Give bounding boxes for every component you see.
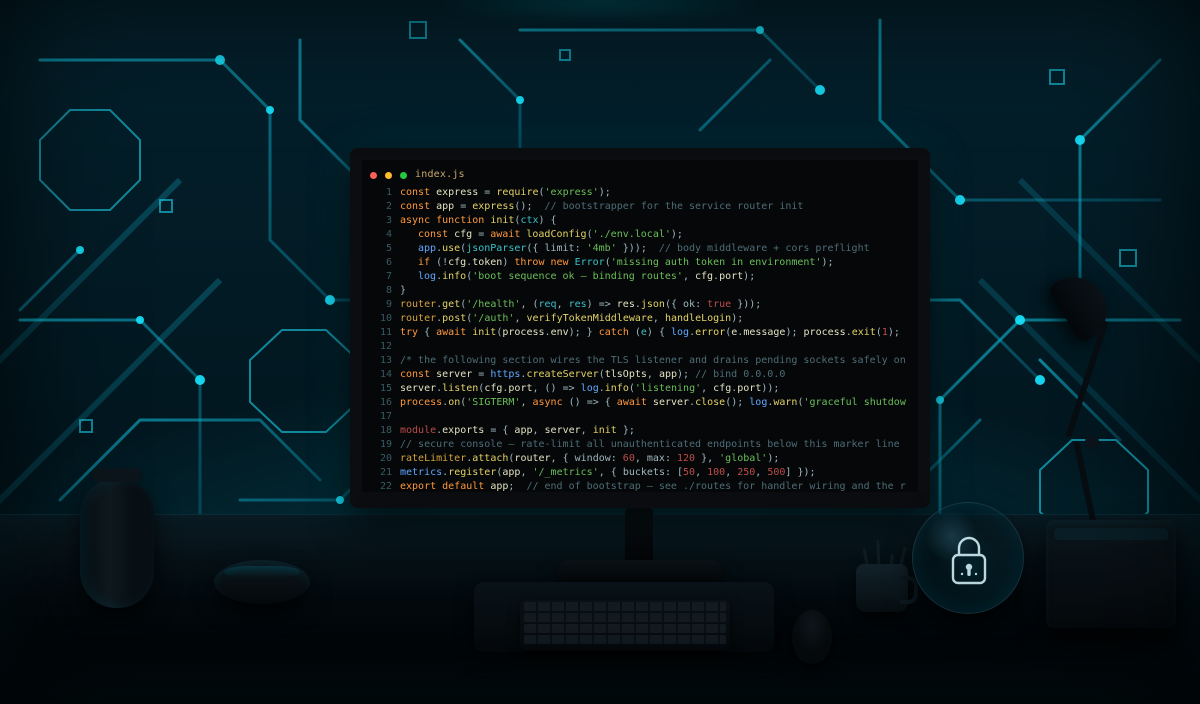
cylinder-speaker-left	[80, 478, 154, 608]
code-line: 15server.listen(cfg.port, () => log.info…	[370, 382, 906, 396]
code-line: 13/* the following section wires the TLS…	[370, 354, 906, 368]
code-line: 20rateLimiter.attach(router, { window: 6…	[370, 452, 906, 466]
code-line: 1const express = require('express');	[370, 186, 906, 200]
code-line: 19// secure console — rate-limit all una…	[370, 438, 906, 452]
code-line: 2const app = express(); // bootstrapper …	[370, 200, 906, 214]
monitor-neck	[625, 508, 653, 566]
code-line: 11try { await init(process.env); } catch…	[370, 326, 906, 340]
round-device-left	[214, 560, 310, 604]
code-line: 4const cfg = await loadConfig('./env.loc…	[370, 228, 906, 242]
window-minimize-icon	[385, 172, 392, 179]
keyboard	[520, 600, 730, 650]
editor-titlebar: index.js	[370, 170, 906, 180]
code-line: 17	[370, 410, 906, 424]
code-editor-screen: index.js 1const express = require('expre…	[362, 160, 918, 492]
code-line: 6if (!cfg.token) throw new Error('missin…	[370, 256, 906, 270]
code-line: 14const server = https.createServer(tlsO…	[370, 368, 906, 382]
editor-title: index.js	[415, 170, 465, 180]
code-line: 3async function init(ctx) {	[370, 214, 906, 228]
code-line: 7log.info('boot sequence ok — binding ro…	[370, 270, 906, 284]
desk-glow	[360, 0, 840, 18]
monitor: index.js 1const express = require('expre…	[350, 148, 930, 508]
storage-box-right	[1046, 520, 1176, 628]
code-line: 8}	[370, 284, 906, 298]
code-line: 9router.get('/health', (req, res) => res…	[370, 298, 906, 312]
mouse	[792, 610, 832, 664]
window-close-icon	[370, 172, 377, 179]
code-line: 10router.post('/auth', verifyTokenMiddle…	[370, 312, 906, 326]
monitor-base	[558, 560, 722, 582]
code-block: 1const express = require('express');2con…	[370, 186, 906, 494]
mug	[856, 564, 908, 612]
window-zoom-icon	[400, 172, 407, 179]
glass-sphere	[912, 502, 1024, 614]
code-line: 5app.use(jsonParser({ limit: '4mb' })); …	[370, 242, 906, 256]
code-line: 18module.exports = { app, server, init }…	[370, 424, 906, 438]
code-line: 22export default app; // end of bootstra…	[370, 480, 906, 494]
code-line: 16process.on('SIGTERM', async () => { aw…	[370, 396, 906, 410]
code-line: 21metrics.register(app, '/_metrics', { b…	[370, 466, 906, 480]
lock-icon	[945, 533, 993, 587]
code-line: 12	[370, 340, 906, 354]
